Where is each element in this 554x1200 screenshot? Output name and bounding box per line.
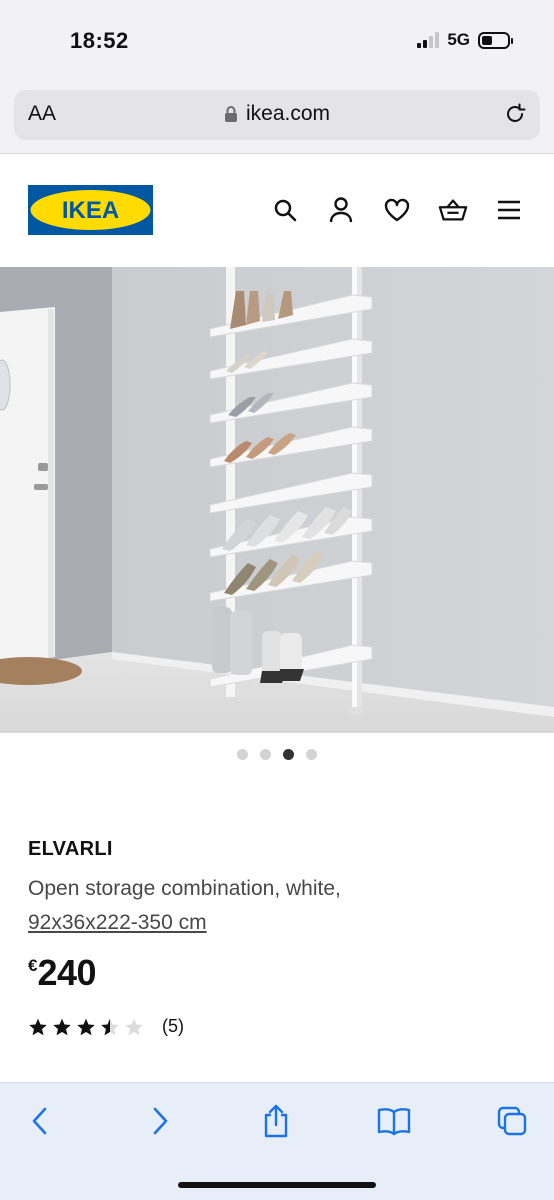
bookmarks-icon [377,1108,411,1136]
browser-address-area: AA ikea.com [0,78,554,154]
status-bar: 18:52 5G [0,0,554,78]
site-header: IKEA [0,155,554,267]
url-display[interactable]: ikea.com [14,102,540,126]
product-info: ELVARLI Open storage combination, white,… [28,838,528,1037]
back-icon [32,1107,47,1135]
heart-icon [384,198,410,222]
product-description: Open storage combination, white, [28,877,341,900]
header-actions [270,195,524,225]
network-label: 5G [447,30,470,49]
price-value: 240 [37,952,97,993]
brand-text: IKEA [62,197,119,224]
menu-icon [498,200,520,220]
forward-icon [153,1107,168,1135]
star-half-icon [101,1018,119,1035]
bookmarks-button[interactable] [376,1103,412,1139]
tabs-button[interactable] [494,1103,530,1139]
product-image[interactable] [0,267,554,733]
basket-icon [438,199,468,221]
carousel-dot-active[interactable] [283,749,294,760]
carousel-dot[interactable] [260,749,271,760]
ikea-logo[interactable]: IKEA [28,185,153,235]
carousel-dot[interactable] [306,749,317,760]
url-text: ikea.com [245,102,331,125]
price-currency: € [28,956,38,975]
carousel-dot[interactable] [237,749,248,760]
home-indicator[interactable] [178,1182,376,1188]
product-dimensions-link[interactable]: 92x36x222-350 cm [28,906,528,940]
star-full-icon [29,1018,47,1035]
basket-button[interactable] [438,195,468,225]
product-price: € 240 [28,952,528,994]
carousel-dots [0,749,554,760]
browser-toolbar [0,1082,554,1200]
search-icon [274,199,297,222]
menu-button[interactable] [494,195,524,225]
status-time: 18:52 [70,28,129,53]
battery-icon [478,31,513,49]
reload-icon[interactable] [502,101,528,127]
star-full-icon [53,1018,71,1035]
product-photo [0,267,554,733]
product-rating[interactable]: (5) [28,1016,528,1037]
lock-icon [224,106,237,122]
star-full-icon [77,1018,95,1035]
star-empty-icon [125,1018,143,1035]
search-button[interactable] [270,195,300,225]
signal-icon [417,32,440,48]
product-name: ELVARLI [28,838,113,860]
address-bar[interactable]: AA ikea.com [14,90,540,140]
tabs-icon [497,1106,527,1136]
account-button[interactable] [326,195,356,225]
status-indicators: 5G [417,30,513,50]
forward-button[interactable] [142,1103,178,1139]
review-count[interactable]: (5) [162,1016,184,1037]
share-button[interactable] [258,1103,294,1139]
share-icon [264,1104,288,1138]
favourites-button[interactable] [382,195,412,225]
back-button[interactable] [22,1103,58,1139]
account-icon [329,197,353,223]
